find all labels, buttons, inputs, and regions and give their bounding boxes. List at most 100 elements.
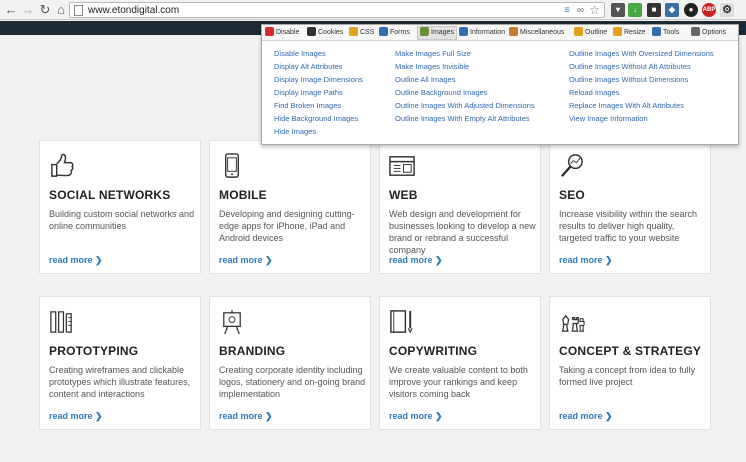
pencil-ruler-icon	[50, 311, 72, 333]
forms-icon	[379, 27, 388, 36]
card-title: SOCIAL NETWORKS	[49, 188, 171, 202]
tab-information[interactable]: Information	[459, 27, 505, 39]
page-icon	[74, 5, 83, 16]
chevron-right-icon: ❯	[265, 255, 273, 265]
images-icon	[420, 27, 429, 36]
read-more-link[interactable]: read more ❯	[219, 255, 273, 266]
pocket-icon[interactable]: ▾	[611, 3, 625, 17]
read-more-label[interactable]: read more	[559, 255, 603, 265]
back-icon[interactable]: ←	[3, 2, 19, 18]
url-text[interactable]: www.etondigital.com	[88, 4, 179, 17]
tab-images[interactable]: Images	[417, 26, 457, 40]
tab-resize[interactable]: Resize	[613, 27, 645, 39]
menu-item[interactable]: Reload Images	[569, 88, 619, 98]
read-more-link[interactable]: read more ❯	[559, 411, 613, 422]
read-more-link[interactable]: read more ❯	[389, 411, 443, 422]
reload-icon[interactable]: ↻	[37, 2, 53, 18]
options-icon	[691, 27, 700, 36]
read-more-link[interactable]: read more ❯	[559, 255, 613, 266]
card-title: PROTOTYPING	[49, 344, 139, 358]
color-picker-icon[interactable]: ●	[684, 3, 698, 17]
tab-disable[interactable]: Disable	[265, 27, 299, 39]
web-developer-gear-icon[interactable]: ⚙	[720, 3, 734, 17]
menu-item[interactable]: Outline Background Images	[395, 88, 488, 98]
card-description: We create valuable content to both impro…	[389, 365, 528, 399]
tab-options[interactable]: Options	[691, 27, 726, 39]
download-icon[interactable]: ↓	[628, 3, 642, 17]
tab-label: Miscellaneous	[520, 29, 565, 36]
menu-item[interactable]: Display Image Paths	[274, 88, 343, 98]
read-more-label[interactable]: read more	[219, 255, 263, 265]
menu-item[interactable]: Find Broken Images	[274, 101, 341, 111]
tab-outline[interactable]: Outline	[574, 27, 607, 39]
menu-item[interactable]: Outline Images With Adjusted Dimensions	[395, 101, 535, 111]
card-description: Taking a concept from idea to fully form…	[559, 365, 696, 387]
disable-icon	[265, 27, 274, 36]
menu-item[interactable]: Hide Background Images	[274, 114, 358, 124]
miscellaneous-icon	[509, 27, 518, 36]
menu-item[interactable]: Display Alt Attributes	[274, 62, 342, 72]
menu-item[interactable]: Display Image Dimensions	[274, 75, 363, 85]
thumbs-up-icon	[51, 153, 74, 177]
rss-icon[interactable]: ≡	[564, 5, 570, 16]
evernote-icon[interactable]: ■	[647, 3, 661, 17]
read-more-link[interactable]: read more ❯	[219, 411, 273, 422]
cookies-icon	[307, 27, 316, 36]
read-more-label[interactable]: read more	[559, 411, 603, 421]
tab-forms[interactable]: Forms	[379, 27, 410, 39]
service-card: BRANDING Creating corporate identity incl…	[209, 296, 371, 430]
service-card: PROTOTYPING Creating wireframes and click…	[39, 296, 201, 430]
browser-window-icon	[389, 156, 415, 176]
menu-item[interactable]: Outline Images With Empty Alt Attributes	[395, 114, 530, 124]
read-more-link[interactable]: read more ❯	[389, 255, 443, 266]
read-more-link[interactable]: read more ❯	[49, 255, 103, 266]
menu-item[interactable]: Outline All Images	[395, 75, 455, 85]
card-description: Web design and development for businesse…	[389, 209, 536, 255]
menu-item[interactable]: Disable Images	[274, 49, 326, 59]
forward-icon[interactable]: →	[20, 2, 36, 18]
tab-tools[interactable]: Tools	[652, 27, 679, 39]
outline-icon	[574, 27, 583, 36]
card-description: Developing and designing cutting-edge ap…	[219, 209, 355, 243]
home-icon[interactable]: ⌂	[53, 2, 69, 18]
menu-item[interactable]: Outline Images With Oversized Dimensions	[569, 49, 714, 59]
magnifier-chart-icon	[560, 154, 583, 177]
tab-label: Options	[702, 29, 727, 36]
chevron-right-icon: ❯	[95, 255, 103, 265]
menu-item[interactable]: Outline Images Without Alt Attributes	[569, 62, 691, 72]
read-more-label[interactable]: read more	[389, 255, 433, 265]
information-icon	[459, 27, 468, 36]
service-card: MOBILE Developing and designing cutting-e…	[209, 140, 371, 274]
tab-label: Outline	[585, 29, 608, 36]
link-icon[interactable]: ∞	[577, 4, 584, 17]
menu-item[interactable]: Make Images Invisible	[395, 62, 469, 72]
address-bar[interactable]: www.etondigital.com ≡ ∞ ☆	[69, 2, 605, 18]
read-more-label[interactable]: read more	[389, 411, 433, 421]
chevron-right-icon: ❯	[265, 411, 273, 421]
chevron-right-icon: ❯	[605, 411, 613, 421]
tab-css[interactable]: CSS	[349, 27, 374, 39]
tab-miscellaneous[interactable]: Miscellaneous	[509, 27, 564, 39]
menu-item[interactable]: View Image Information	[569, 114, 648, 124]
card-description: Creating wireframes and clickable protot…	[49, 365, 191, 399]
card-title: BRANDING	[219, 344, 286, 358]
menu-item[interactable]: Hide Images	[274, 127, 316, 137]
read-more-label[interactable]: read more	[49, 255, 93, 265]
service-card: WEB Web design and development for busine…	[379, 140, 541, 274]
tab-label: Forms	[390, 29, 410, 36]
read-more-label[interactable]: read more	[219, 411, 263, 421]
adblock-icon[interactable]: ABP	[702, 3, 716, 17]
read-more-link[interactable]: read more ❯	[49, 411, 103, 422]
bookmark-star-icon[interactable]: ☆	[589, 3, 600, 17]
easel-icon	[223, 309, 241, 335]
menu-item[interactable]: Make Images Full Size	[395, 49, 471, 59]
browser-toolbar: ← → ↻ ⌂ www.etondigital.com ≡ ∞ ☆ ▾ ↓ ■ …	[0, 0, 746, 20]
menu-item[interactable]: Outline Images Without Dimensions	[569, 75, 688, 85]
chevron-right-icon: ❯	[435, 411, 443, 421]
tools-icon	[652, 27, 661, 36]
read-more-label[interactable]: read more	[49, 411, 93, 421]
menu-item[interactable]: Replace Images With Alt Attributes	[569, 101, 684, 111]
tab-cookies[interactable]: Cookies	[307, 27, 343, 39]
css-icon	[349, 27, 358, 36]
extension-icon[interactable]: ◆	[665, 3, 679, 17]
